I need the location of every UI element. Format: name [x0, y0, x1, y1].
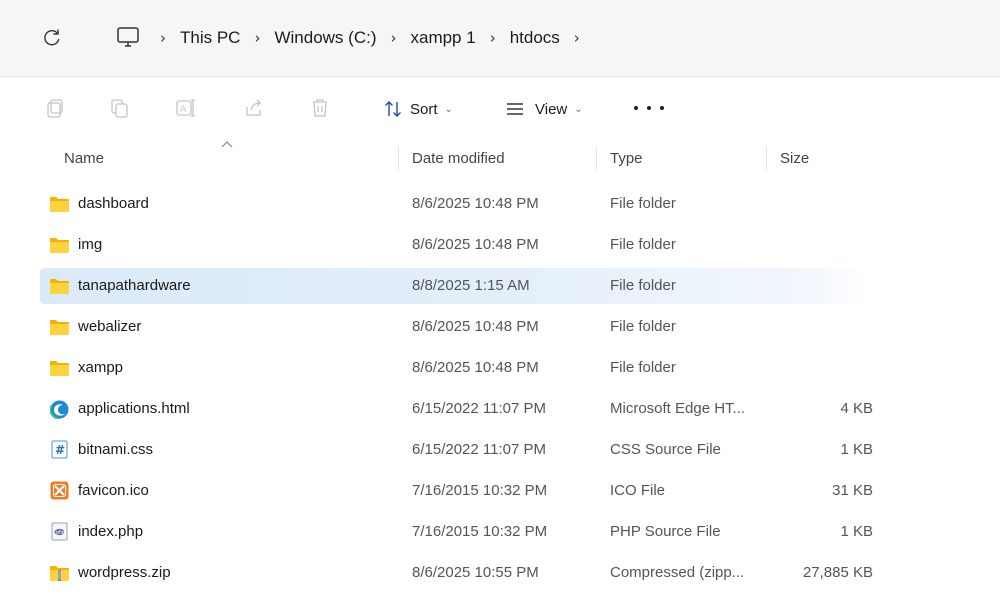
php-file-icon: php [51, 522, 68, 541]
column-header: Name Date modified Type Size [0, 141, 1000, 177]
sort-button[interactable]: Sort ⌄ [384, 97, 453, 121]
chevron-right-icon[interactable]: › [254, 29, 260, 47]
dot-icon [647, 106, 651, 110]
view-button[interactable]: View ⌄ [505, 97, 583, 121]
chevron-right-icon[interactable]: › [390, 29, 396, 47]
file-size: 31 KB [832, 482, 873, 499]
sort-arrows-icon [385, 101, 401, 117]
sort-label: Sort [410, 100, 438, 118]
chevron-down-icon: ⌄ [444, 103, 453, 115]
breadcrumb-windows-c[interactable]: Windows (C:) [274, 28, 376, 48]
file-name: applications.html [78, 400, 190, 417]
column-size-header[interactable]: Size [780, 150, 809, 167]
view-lines-icon [507, 103, 523, 115]
file-size: 1 KB [840, 523, 873, 540]
column-date-header[interactable]: Date modified [412, 150, 505, 167]
computer-icon[interactable] [116, 26, 140, 48]
file-date: 7/16/2015 10:32 PM [412, 482, 548, 499]
file-row-index-php[interactable]: php index.php 7/16/2015 10:32 PM PHP Sou… [40, 514, 873, 550]
breadcrumb-htdocs[interactable]: htdocs [510, 28, 560, 48]
file-row-bitnami-css[interactable]: # bitnami.css 6/15/2022 11:07 PM CSS Sou… [40, 432, 873, 468]
share-icon[interactable] [243, 97, 265, 119]
folder-icon [50, 320, 69, 335]
file-date: 8/8/2025 1:15 AM [412, 277, 530, 294]
file-row-img[interactable]: img 8/6/2025 10:48 PM File folder [40, 227, 870, 263]
file-type: File folder [610, 359, 676, 376]
breadcrumb-xampp-1[interactable]: xampp 1 [410, 28, 475, 48]
zip-folder-icon [50, 566, 69, 581]
folder-icon [50, 279, 69, 294]
command-bar: A Sort ⌄ View ⌄ [0, 77, 1000, 139]
file-name: bitnami.css [78, 441, 154, 458]
file-size: 4 KB [840, 400, 873, 417]
file-date: 8/6/2025 10:48 PM [412, 195, 539, 212]
xampp-ico-icon [50, 481, 69, 500]
new-icon[interactable] [44, 97, 66, 119]
file-row-dashboard[interactable]: dashboard 8/6/2025 10:48 PM File folder [40, 186, 870, 222]
file-name: tanapathardware [78, 277, 191, 294]
refresh-icon[interactable] [42, 27, 62, 47]
file-name: xampp [78, 359, 124, 376]
file-date: 6/15/2022 11:07 PM [412, 400, 546, 417]
column-divider[interactable] [766, 147, 767, 171]
file-date: 8/6/2025 10:55 PM [412, 564, 539, 581]
file-type: Microsoft Edge HT... [610, 400, 746, 417]
file-size: 27,885 KB [802, 564, 873, 581]
file-row-tanapathardware[interactable]: tanapathardware 8/8/2025 1:15 AM File fo… [40, 268, 870, 304]
file-type: PHP Source File [610, 523, 721, 540]
folder-icon [50, 238, 69, 253]
file-type: File folder [610, 318, 676, 335]
rename-icon[interactable]: A [175, 97, 197, 119]
file-type: File folder [610, 277, 676, 294]
breadcrumb-this-pc[interactable]: This PC [180, 28, 240, 48]
column-type-header[interactable]: Type [610, 150, 643, 167]
css-file-icon: # [51, 440, 68, 459]
svg-text:A: A [180, 105, 187, 115]
file-type: File folder [610, 236, 676, 253]
file-row-webalizer[interactable]: webalizer 8/6/2025 10:48 PM File folder [40, 309, 870, 345]
folder-icon [50, 361, 69, 376]
column-divider[interactable] [596, 147, 597, 171]
chevron-right-icon[interactable]: › [160, 29, 166, 47]
file-row-wordpress-zip[interactable]: wordpress.zip 8/6/2025 10:55 PM Compress… [40, 555, 873, 591]
breadcrumb: › This PC › Windows (C:) › xampp 1 › htd… [160, 24, 594, 52]
file-date: 6/15/2022 11:07 PM [412, 441, 546, 458]
file-type: ICO File [610, 482, 666, 499]
file-date: 8/6/2025 10:48 PM [412, 359, 539, 376]
file-row-favicon-ico[interactable]: favicon.ico 7/16/2015 10:32 PM ICO File … [40, 473, 873, 509]
file-name: dashboard [78, 195, 149, 212]
file-type: Compressed (zipp... [610, 564, 745, 581]
column-divider[interactable] [398, 147, 399, 171]
dot-icon [634, 106, 638, 110]
copy-icon[interactable] [109, 97, 131, 119]
file-name: index.php [78, 523, 144, 540]
sort-caret-up-icon [221, 141, 233, 148]
dot-icon [660, 106, 664, 110]
svg-text:php: php [56, 530, 65, 536]
file-type: File folder [610, 195, 676, 212]
chevron-down-icon: ⌄ [574, 103, 583, 115]
file-date: 8/6/2025 10:48 PM [412, 318, 539, 335]
file-row-xampp[interactable]: xampp 8/6/2025 10:48 PM File folder [40, 350, 870, 386]
file-name: favicon.ico [78, 482, 149, 499]
file-date: 7/16/2015 10:32 PM [412, 523, 548, 540]
more-options-button[interactable] [634, 97, 664, 119]
chevron-right-icon[interactable]: › [574, 29, 580, 47]
svg-text:#: # [55, 443, 65, 457]
delete-icon[interactable] [309, 97, 331, 119]
folder-icon [50, 197, 69, 212]
edge-icon [50, 400, 69, 419]
address-bar: › This PC › Windows (C:) › xampp 1 › htd… [0, 0, 1000, 77]
file-row-applications-html[interactable]: applications.html 6/15/2022 11:07 PM Mic… [40, 391, 873, 427]
file-size: 1 KB [840, 441, 873, 458]
column-name-header[interactable]: Name [64, 150, 104, 167]
view-label: View [535, 100, 568, 118]
file-type: CSS Source File [610, 441, 721, 458]
file-name: webalizer [78, 318, 142, 335]
file-name: img [78, 236, 103, 253]
chevron-right-icon[interactable]: › [490, 29, 496, 47]
file-date: 8/6/2025 10:48 PM [412, 236, 539, 253]
file-name: wordpress.zip [78, 564, 171, 581]
